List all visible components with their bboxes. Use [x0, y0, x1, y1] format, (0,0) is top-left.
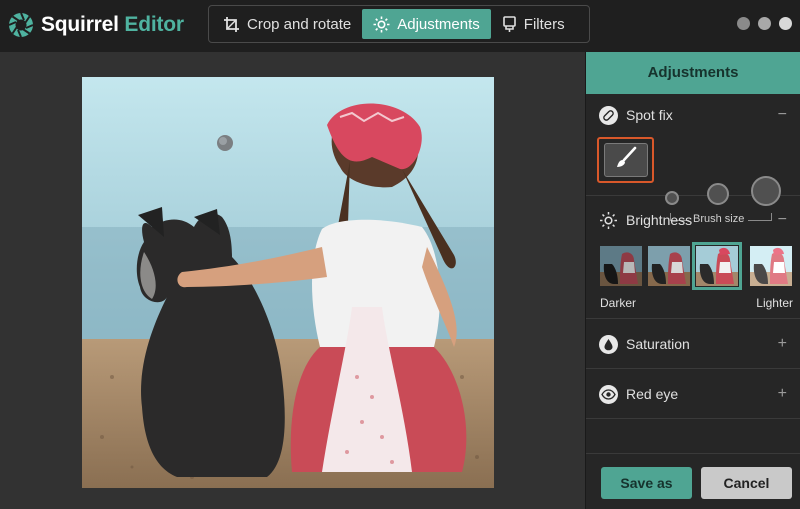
window-dot-close[interactable] [779, 17, 792, 30]
section-red-eye-label: Red eye [626, 386, 679, 402]
collapse-spot-fix-button[interactable]: − [778, 106, 787, 124]
brightness-lighter-label: Lighter [756, 296, 793, 310]
top-bar: Squirrel Editor Crop and rotate Adjustme… [0, 0, 800, 52]
brightness-preset-light[interactable] [750, 246, 792, 286]
tab-crop-and-rotate-label: Crop and rotate [247, 15, 352, 33]
brush-icon [614, 146, 638, 175]
tab-crop-and-rotate[interactable]: Crop and rotate [212, 9, 362, 39]
cancel-button[interactable]: Cancel [701, 467, 792, 499]
section-spot-fix-label: Spot fix [626, 107, 673, 123]
aperture-logo-icon [8, 12, 34, 38]
section-saturation-label: Saturation [626, 336, 690, 352]
section-brightness-header[interactable]: Brightness − [586, 196, 800, 244]
adjustments-panel: Adjustments Spot fix − Brush size Bright… [585, 52, 800, 509]
panel-footer: Save as Cancel [586, 453, 800, 509]
crop-icon [223, 16, 240, 33]
brightness-icon [599, 211, 618, 230]
tab-adjustments-label: Adjustments [397, 15, 480, 33]
main-toolbar: Crop and rotate Adjustments Filters [208, 5, 590, 43]
panel-title: Adjustments [586, 52, 800, 94]
window-dot-maximize[interactable] [758, 17, 771, 30]
app-logo: Squirrel Editor [8, 10, 184, 40]
brightness-preset-darkest[interactable] [600, 246, 642, 286]
window-dot-minimize[interactable] [737, 17, 750, 30]
collapse-brightness-button[interactable]: − [778, 211, 787, 229]
section-brightness: Brightness − Darker Lighter [586, 196, 800, 319]
brightness-scale-labels: Darker Lighter [600, 296, 793, 310]
section-spot-fix-header[interactable]: Spot fix − [586, 94, 800, 130]
spot-fix-brush-button[interactable] [597, 137, 654, 183]
section-red-eye-header[interactable]: Red eye + [586, 369, 800, 419]
brush-tool-frame [603, 143, 648, 177]
droplet-icon [599, 334, 618, 354]
bandage-icon [599, 105, 618, 125]
tab-filters-label: Filters [523, 15, 565, 33]
filter-icon [502, 15, 517, 33]
brightness-preset-dark[interactable] [648, 246, 690, 286]
expand-saturation-button[interactable]: + [778, 335, 787, 353]
brightness-preset-normal[interactable] [692, 242, 742, 290]
app-title: Squirrel Editor [41, 13, 184, 36]
section-red-eye: Red eye + [586, 369, 800, 419]
section-saturation: Saturation + [586, 319, 800, 369]
brightness-presets [600, 242, 792, 290]
expand-red-eye-button[interactable]: + [778, 385, 787, 403]
photo-being-edited[interactable] [82, 77, 494, 488]
tab-adjustments[interactable]: Adjustments [362, 9, 491, 39]
section-saturation-header[interactable]: Saturation + [586, 319, 800, 369]
eye-icon [599, 384, 618, 404]
section-spot-fix: Spot fix − Brush size [586, 94, 800, 225]
window-controls [737, 17, 792, 30]
brightness-darker-label: Darker [600, 296, 637, 310]
section-brightness-label: Brightness [626, 212, 693, 228]
editing-canvas [0, 52, 585, 509]
sun-icon [373, 16, 390, 33]
save-as-button[interactable]: Save as [601, 467, 692, 499]
tab-filters[interactable]: Filters [491, 9, 576, 39]
